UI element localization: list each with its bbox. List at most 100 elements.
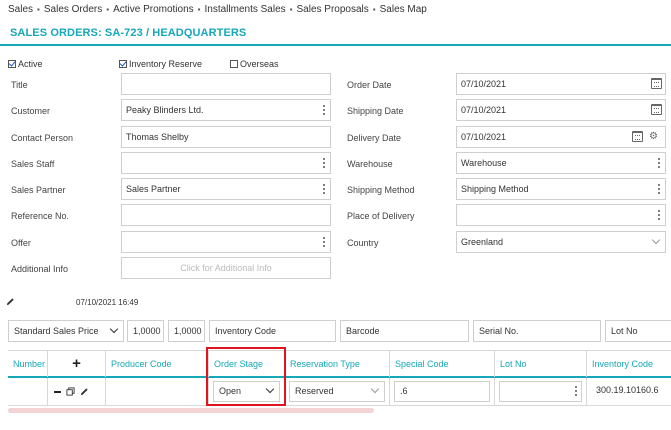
col-reservation-type[interactable]: Reservation Type <box>285 351 390 377</box>
more-options-icon[interactable] <box>657 184 660 194</box>
shipping-method-field[interactable]: Shipping Method <box>456 178 666 200</box>
rate2-value: 1,0000 <box>174 326 202 336</box>
lot-no-field[interactable] <box>499 381 582 402</box>
shipping-date-field[interactable]: 07/10/2021 <box>456 99 666 121</box>
nav-sales[interactable]: Sales <box>8 4 33 15</box>
sales-partner-label: Sales Partner <box>11 185 66 195</box>
nav-sales-map[interactable]: Sales Map <box>380 4 427 15</box>
customer-label: Customer <box>11 106 51 116</box>
barcode-placeholder: Barcode <box>346 326 380 336</box>
title-label: Title <box>11 80 28 90</box>
copy-icon[interactable] <box>66 387 75 396</box>
country-value: Greenland <box>461 237 504 247</box>
col-producer-code[interactable]: Producer Code <box>106 351 209 377</box>
reference-no-label: Reference No. <box>11 211 70 221</box>
customer-value: Peaky Blinders Ltd. <box>126 105 204 115</box>
customer-field[interactable]: Peaky Blinders Ltd. <box>121 99 331 121</box>
offer-field[interactable] <box>121 231 331 253</box>
cell-number[interactable] <box>8 378 48 405</box>
page-title: SALES ORDERS: SA-723 / HEADQUARTERS <box>10 27 247 39</box>
more-options-icon[interactable] <box>322 184 325 194</box>
additional-info-label: Additional Info <box>11 264 69 274</box>
cell-lot-no[interactable] <box>495 378 587 405</box>
chevron-down-icon <box>651 235 661 245</box>
delivery-date-field[interactable]: 07/10/2021 ⚙ <box>456 126 666 148</box>
country-select[interactable]: Greenland <box>456 231 666 253</box>
serial-no-input[interactable]: Serial No. <box>473 320 601 342</box>
place-of-delivery-field[interactable] <box>456 204 666 226</box>
more-options-icon[interactable] <box>657 158 660 168</box>
rate1-field[interactable]: 1,0000 <box>127 320 164 342</box>
more-options-icon[interactable] <box>574 386 577 396</box>
col-lot-no[interactable]: Lot No <box>495 351 587 377</box>
nav-sales-orders[interactable]: Sales Orders <box>44 4 102 15</box>
delivery-date-label: Delivery Date <box>347 133 402 143</box>
warehouse-label: Warehouse <box>347 159 393 169</box>
more-options-icon[interactable] <box>322 105 325 115</box>
checkbox-box[interactable] <box>8 60 16 68</box>
barcode-input[interactable]: Barcode <box>340 320 469 342</box>
gears-icon[interactable]: ⚙ <box>649 132 661 143</box>
calendar-icon[interactable] <box>651 78 662 89</box>
cell-reservation-type[interactable]: Reserved <box>285 378 390 405</box>
title-field[interactable] <box>121 73 331 95</box>
reservation-type-select[interactable]: Reserved <box>289 381 385 402</box>
reference-no-field[interactable] <box>121 204 331 226</box>
active-label: Active <box>18 59 43 69</box>
special-code-input[interactable]: .6 <box>394 381 490 402</box>
cell-producer-code[interactable] <box>106 378 209 405</box>
warehouse-field[interactable]: Warehouse <box>456 152 666 174</box>
inventory-code-placeholder: Inventory Code <box>215 326 277 336</box>
calendar-icon[interactable] <box>651 104 662 115</box>
horizontal-scrollbar[interactable] <box>8 408 374 413</box>
col-inventory-code[interactable]: Inventory Code <box>587 351 671 377</box>
more-options-icon[interactable] <box>322 158 325 168</box>
col-number[interactable]: Number <box>8 351 48 377</box>
nav-sales-proposals[interactable]: Sales Proposals <box>297 4 369 15</box>
lot-no-placeholder: Lot No <box>611 326 638 336</box>
grid-header: Number + Producer Code Order Stage Reser… <box>8 350 671 378</box>
sales-partner-field[interactable]: Sales Partner <box>121 178 331 200</box>
reservation-type-value: Reserved <box>295 386 334 396</box>
active-checkbox[interactable]: Active <box>8 59 43 69</box>
additional-info-field[interactable]: Click for Additional Info <box>121 257 331 279</box>
cell-special-code[interactable]: .6 <box>390 378 495 405</box>
checkbox-box[interactable] <box>119 60 127 68</box>
checkbox-box[interactable] <box>230 60 238 68</box>
sales-staff-field[interactable] <box>121 152 331 174</box>
rate1-value: 1,0000 <box>133 326 161 336</box>
order-date-field[interactable]: 07/10/2021 <box>456 73 666 95</box>
shipping-method-label: Shipping Method <box>347 185 415 195</box>
remove-row-icon[interactable] <box>54 390 61 393</box>
cell-inventory-code[interactable]: 300.19.10160.6 <box>587 378 671 405</box>
inventory-code-value: 300.19.10160.6 <box>596 385 659 395</box>
nav-separator: ▪ <box>106 4 110 14</box>
contact-person-field[interactable]: Thomas Shelby <box>121 126 331 148</box>
shipping-method-value: Shipping Method <box>461 184 529 194</box>
timestamp: 07/10/2021 16:49 <box>76 298 139 307</box>
price-list-select[interactable]: Standard Sales Price <box>8 320 124 342</box>
contact-person-label: Contact Person <box>11 133 74 143</box>
inventory-reserve-checkbox[interactable]: Inventory Reserve <box>119 59 202 69</box>
nav-separator: ▪ <box>197 4 201 14</box>
rate2-field[interactable]: 1,0000 <box>168 320 205 342</box>
sales-staff-label: Sales Staff <box>11 159 55 169</box>
add-row-button[interactable]: + <box>48 351 106 377</box>
delivery-date-value: 07/10/2021 <box>461 132 507 142</box>
cell-row-actions <box>48 378 106 405</box>
shipping-date-label: Shipping Date <box>347 106 404 116</box>
pencil-icon[interactable] <box>6 297 15 306</box>
special-code-value: .6 <box>400 386 408 396</box>
nav-installments-sales[interactable]: Installments Sales <box>205 4 286 15</box>
inventory-code-input[interactable]: Inventory Code <box>209 320 336 342</box>
more-options-icon[interactable] <box>657 210 660 220</box>
more-options-icon[interactable] <box>322 237 325 247</box>
top-nav: Sales ▪ Sales Orders ▪ Active Promotions… <box>8 2 427 16</box>
pencil-icon[interactable] <box>80 387 89 396</box>
nav-active-promotions[interactable]: Active Promotions <box>113 4 194 15</box>
order-date-value: 07/10/2021 <box>461 79 507 89</box>
calendar-icon[interactable] <box>632 131 643 142</box>
overseas-checkbox[interactable]: Overseas <box>230 59 279 69</box>
lot-no-input[interactable]: Lot No <box>605 320 671 342</box>
col-special-code[interactable]: Special Code <box>390 351 495 377</box>
